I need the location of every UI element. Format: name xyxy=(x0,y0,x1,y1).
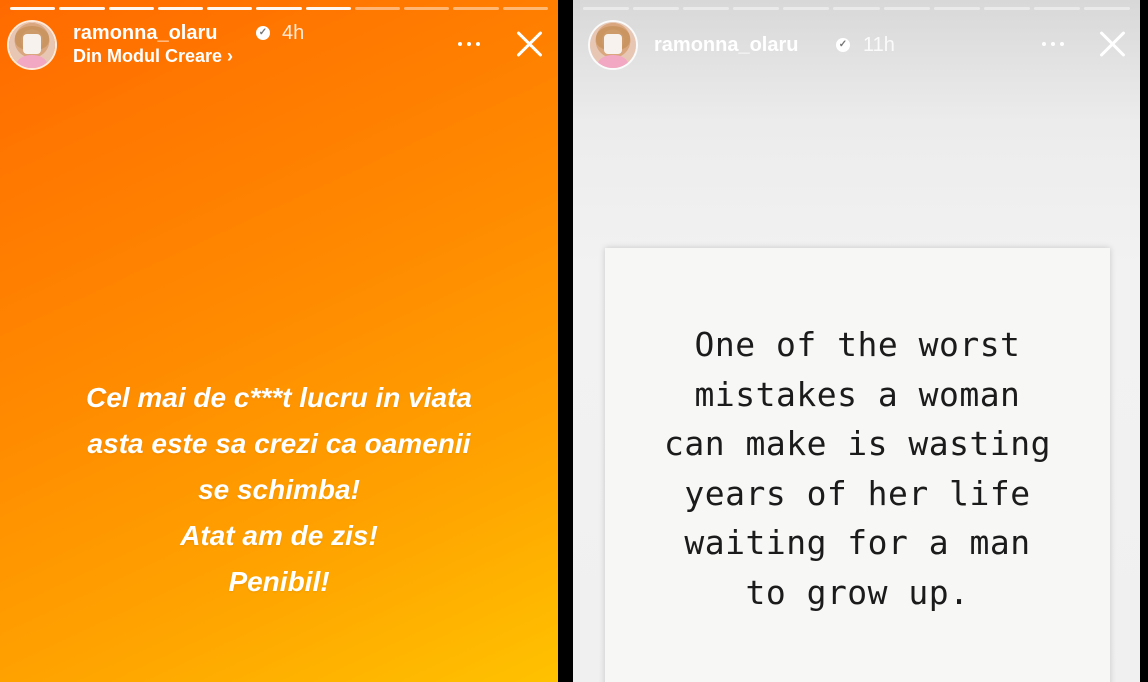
quote-line: can make is wasting xyxy=(664,424,1051,463)
quote-line: to grow up. xyxy=(745,572,970,612)
verified-badge-icon: ✓ xyxy=(836,38,850,52)
progress-segment xyxy=(733,7,780,10)
progress-segment xyxy=(59,7,105,10)
post-time: 11h xyxy=(863,34,895,56)
chevron-right-icon: › xyxy=(227,46,234,66)
quote-line: waiting for a man xyxy=(684,523,1031,562)
progress-segment xyxy=(256,7,302,10)
progress-segment xyxy=(1083,7,1131,10)
avatar[interactable] xyxy=(590,22,636,68)
progress-segment xyxy=(10,7,56,10)
story-text: Cel mai de c***t lucru in viata asta est… xyxy=(0,375,558,605)
quote-line: years of her life xyxy=(684,473,1031,513)
progress-segment xyxy=(833,7,880,10)
story-text-line: Penibil! xyxy=(228,566,330,597)
progress-segment xyxy=(157,7,204,10)
progress-segment xyxy=(683,7,730,10)
progress-segment xyxy=(453,7,499,10)
create-mode-label: Din Modul Creare xyxy=(73,46,223,66)
progress-segment xyxy=(883,7,930,10)
avatar[interactable] xyxy=(9,22,55,68)
username[interactable]: ramonna_olaru xyxy=(73,22,217,45)
close-icon[interactable] xyxy=(514,29,544,59)
quote-card: One of the worst mistakes a woman can ma… xyxy=(605,248,1110,682)
story-right[interactable]: ramonna_olaru ✓ 11h One of the worst mis… xyxy=(573,0,1140,682)
progress-segment xyxy=(983,7,1030,10)
create-mode-link[interactable]: Din Modul Creare › xyxy=(73,46,233,67)
progress-segment xyxy=(783,7,830,10)
progress-segment xyxy=(207,7,253,10)
progress-segment xyxy=(1033,7,1080,10)
close-icon[interactable] xyxy=(1097,29,1127,59)
story-text-line: Atat am de zis! xyxy=(180,520,378,551)
progress-segment xyxy=(502,7,548,10)
quote-text: One of the worst mistakes a woman can ma… xyxy=(605,320,1110,617)
quote-line: One of the worst xyxy=(694,325,1021,364)
progress-segment xyxy=(633,7,680,10)
username[interactable]: ramonna_olaru xyxy=(654,34,798,57)
more-options-icon[interactable] xyxy=(1042,40,1070,48)
progress-segment xyxy=(354,7,401,10)
quote-line: mistakes a woman xyxy=(694,374,1021,414)
post-time: 4h xyxy=(282,22,305,44)
progress-segment xyxy=(108,7,154,10)
more-options-icon[interactable] xyxy=(458,40,486,48)
story-left[interactable]: ramonna_olaru ✓ 4h Din Modul Creare › Ce… xyxy=(0,0,558,682)
story-progress-bar xyxy=(10,7,548,10)
story-progress-bar xyxy=(583,7,1131,10)
story-text-line: Cel mai de c***t lucru in viata xyxy=(86,382,472,413)
story-text-line: asta este sa crezi ca oamenii xyxy=(87,428,471,459)
verified-badge-icon: ✓ xyxy=(256,26,270,40)
progress-segment xyxy=(305,7,351,10)
progress-segment xyxy=(404,7,450,10)
progress-segment xyxy=(933,7,980,10)
progress-segment xyxy=(583,7,630,10)
story-text-line: se schimba! xyxy=(198,474,360,505)
